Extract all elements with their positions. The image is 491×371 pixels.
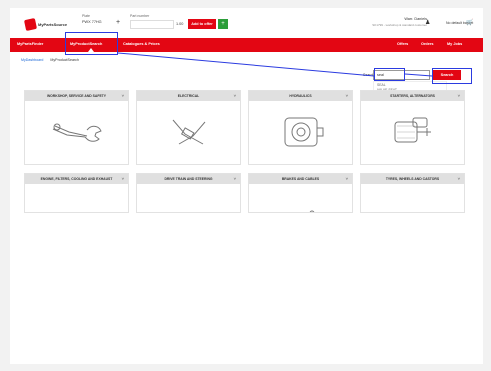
page: MyPartsSource Plate PWX 77HG + Part numb… <box>10 8 483 364</box>
annotation-arrow <box>117 52 433 77</box>
